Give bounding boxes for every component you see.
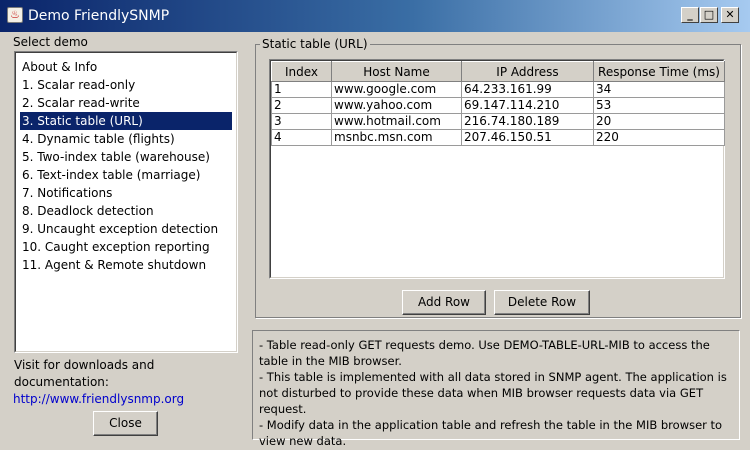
delete-row-button[interactable]: Delete Row — [494, 290, 590, 315]
select-demo-heading: Select demo — [13, 35, 88, 49]
table-cell[interactable]: 3 — [271, 113, 332, 130]
table-row[interactable]: 1 www.google.com 64.233.161.99 34 — [271, 81, 725, 98]
table-cell[interactable]: 207.46.150.51 — [461, 129, 594, 146]
minimize-button[interactable]: _ — [681, 7, 699, 23]
demo-list-item[interactable]: 2. Scalar read-write — [20, 94, 232, 112]
java-app-icon: ♨ — [7, 7, 23, 23]
table-cell[interactable]: 20 — [593, 113, 725, 130]
description-panel: - Table read-only GET requests demo. Use… — [252, 330, 740, 448]
add-row-button[interactable]: Add Row — [402, 290, 486, 315]
maximize-button[interactable]: □ — [700, 7, 718, 23]
table-cell[interactable]: www.yahoo.com — [331, 97, 462, 114]
close-window-button[interactable]: ✕ — [721, 7, 739, 23]
table-cell[interactable]: 1 — [271, 81, 332, 98]
table-cell[interactable]: 2 — [271, 97, 332, 114]
demo-list-item[interactable]: 5. Two-index table (warehouse) — [20, 148, 232, 166]
demo-list-item[interactable]: 3. Static table (URL) — [20, 112, 232, 130]
close-button[interactable]: Close — [93, 411, 158, 436]
demo-list-item[interactable]: 10. Caught exception reporting — [20, 238, 232, 256]
demo-list-item[interactable]: 8. Deadlock detection — [20, 202, 232, 220]
column-header[interactable]: Index — [271, 61, 332, 82]
demo-list-item[interactable]: 6. Text-index table (marriage) — [20, 166, 232, 184]
demo-list-box: About & Info 1. Scalar read-only 2. Scalar… — [14, 51, 238, 353]
title-bar: ♨ Demo FriendlySNMP _ □ ✕ — [0, 0, 750, 32]
table-row[interactable]: 4 msnbc.msn.com 207.46.150.51 220 — [271, 129, 725, 146]
table-row[interactable]: 2 www.yahoo.com 69.147.114.210 53 — [271, 97, 725, 114]
group-title: Static table (URL) — [260, 37, 370, 51]
column-header[interactable]: Host Name — [331, 61, 462, 82]
window-title: Demo FriendlySNMP — [28, 8, 170, 24]
column-header[interactable]: Response Time (ms) — [593, 61, 725, 82]
table-cell[interactable]: msnbc.msn.com — [331, 129, 462, 146]
description-paragraph: - Table read-only GET requests demo. Use… — [259, 338, 710, 368]
table-cell[interactable]: www.google.com — [331, 81, 462, 98]
table-cell[interactable]: 4 — [271, 129, 332, 146]
description-paragraph: - Modify data in the application table a… — [259, 418, 723, 448]
demo-list-item[interactable]: 1. Scalar read-only — [20, 76, 232, 94]
demo-list-item[interactable]: About & Info — [20, 58, 232, 76]
description-paragraph: - This table is implemented with all dat… — [259, 370, 727, 416]
demo-list: About & Info 1. Scalar read-only 2. Scalar… — [20, 58, 232, 274]
visit-text-line1: Visit for downloads and — [14, 358, 155, 372]
table-cell[interactable]: 69.147.114.210 — [461, 97, 594, 114]
demo-list-item[interactable]: 9. Uncaught exception detection — [20, 220, 232, 238]
table-cell[interactable]: www.hotmail.com — [331, 113, 462, 130]
table-row[interactable]: 3 www.hotmail.com 216.74.180.189 20 — [271, 113, 725, 130]
demo-list-item[interactable]: 4. Dynamic table (flights) — [20, 130, 232, 148]
table-cell[interactable]: 64.233.161.99 — [461, 81, 594, 98]
demo-list-item[interactable]: 7. Notifications — [20, 184, 232, 202]
website-link[interactable]: http://www.friendlysnmp.org — [13, 392, 184, 406]
url-table: Index Host Name IP Address Response Time (m… — [271, 61, 725, 146]
column-header[interactable]: IP Address — [461, 61, 594, 82]
table-cell[interactable]: 34 — [593, 81, 725, 98]
table-cell[interactable]: 220 — [593, 129, 725, 146]
demo-list-item[interactable]: 11. Agent & Remote shutdown — [20, 256, 232, 274]
table-cell[interactable]: 53 — [593, 97, 725, 114]
visit-text-line2: documentation: — [14, 375, 109, 389]
table-cell[interactable]: 216.74.180.189 — [461, 113, 594, 130]
